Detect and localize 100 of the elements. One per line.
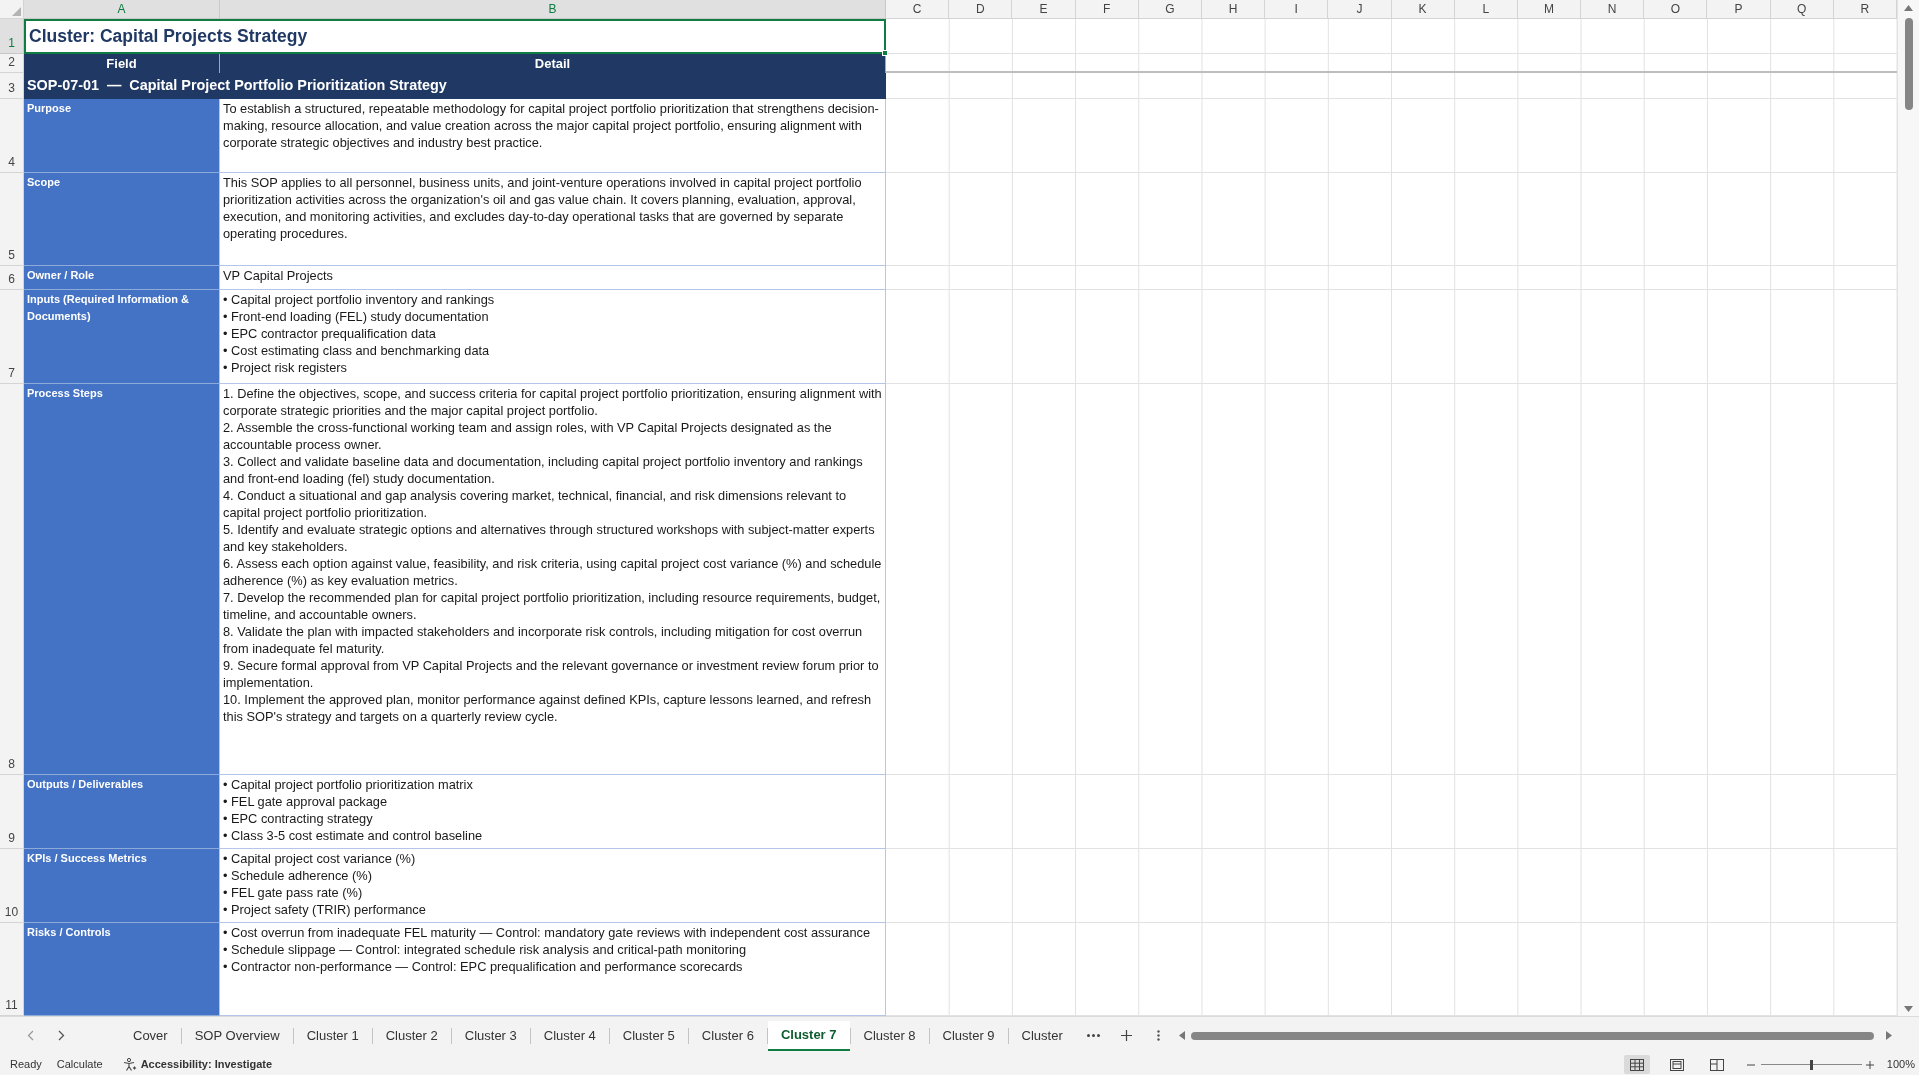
normal-view-button[interactable]	[1623, 1055, 1650, 1074]
sheet-tab[interactable]: Cluster 9	[929, 1020, 1008, 1051]
vertical-dots-icon[interactable]	[1156, 1030, 1160, 1041]
status-text: Ready	[10, 1057, 42, 1073]
column-header[interactable]: B	[220, 0, 886, 19]
field-cell: Outputs / Deliverables	[24, 775, 220, 849]
list-item: • FEL gate pass rate (%)	[223, 884, 364, 901]
column-header[interactable]: C	[886, 0, 950, 19]
sheet-tab[interactable]: Cluster 1	[293, 1020, 372, 1051]
column-header[interactable]: J	[1328, 0, 1392, 19]
detail-text: This SOP applies to all personnel, business units, and joint-venture operations involved in capital project portfolio prioritization activities across the organization's oil and gas value chain. It covers planning, evaluation, approval, execution, and monitoring activities, and excludes day-to-day operational tasks that are governed by separate operating procedures.	[223, 174, 863, 242]
row-header[interactable]: 3	[0, 73, 24, 99]
row-header[interactable]: 6	[0, 266, 24, 290]
list-item: • Front-end loading (FEL) study documentation	[223, 308, 490, 325]
list-item: • Capital project portfolio prioritization matrix	[223, 776, 474, 793]
sheet-tab[interactable]: Cover	[120, 1020, 181, 1051]
sheet-title: Cluster: Capital Projects Strategy	[24, 19, 886, 54]
grid-icon	[1629, 1058, 1644, 1071]
row-header[interactable]: 1	[0, 19, 24, 54]
column-header[interactable]: F	[1075, 0, 1139, 19]
row-header[interactable]: 8	[0, 384, 24, 775]
list-item: 5. Identify and evaluate strategic options and alternatives through structured workshops with subject-matter experts and key stakeholders.	[223, 521, 876, 555]
list-item: 2. Assemble the cross-functional working team and assign roles, with VP Capital Projects designated as the accountable process owner.	[223, 419, 833, 453]
column-header[interactable]: H	[1201, 0, 1266, 19]
field-cell: Scope	[24, 173, 220, 266]
column-header[interactable]: R	[1833, 0, 1897, 19]
column-header[interactable]: K	[1391, 0, 1455, 19]
column-header[interactable]: I	[1265, 0, 1329, 19]
list-item: • Capital project cost variance (%)	[223, 850, 417, 867]
list-item: • Schedule adherence (%)	[223, 867, 373, 884]
scroll-up-arrow-icon[interactable]	[1904, 5, 1913, 11]
list-item: • Cost overrun from inadequate FEL maturity — Control: mandatory gate reviews with independent cost assurance	[223, 924, 871, 941]
zoom-slider[interactable]	[1760, 1058, 1862, 1071]
field-cell: Risks / Controls	[24, 923, 220, 1016]
scroll-down-arrow-icon[interactable]	[1904, 1006, 1913, 1012]
list-item: 3. Collect and validate baseline data and documentation, including capital project portfolio inventory and rankings and front-end loading (fel) study documentation.	[223, 453, 864, 487]
field-cell: Purpose	[24, 99, 220, 173]
page-break-icon	[1709, 1058, 1724, 1071]
sheet-tab[interactable]: Cluster	[1008, 1020, 1076, 1051]
column-header[interactable]: L	[1454, 0, 1518, 19]
sheet-tab[interactable]: SOP Overview	[181, 1020, 293, 1051]
accessibility-icon	[122, 1058, 137, 1071]
row-header[interactable]: 5	[0, 173, 24, 266]
table-header: Field	[24, 54, 220, 73]
zoom-level[interactable]: 100%	[1886, 1056, 1915, 1073]
list-item: • Project risk registers	[223, 359, 348, 376]
column-header[interactable]: A	[24, 0, 220, 19]
scrollbar-thumb[interactable]	[1904, 18, 1913, 110]
column-header[interactable]: E	[1012, 0, 1076, 19]
field-cell: Owner / Role	[24, 266, 220, 290]
chevron-right-icon[interactable]	[58, 1030, 65, 1041]
row-header[interactable]: 11	[0, 923, 24, 1016]
list-item: 7. Develop the recommended plan for capital project portfolio prioritization, including resource requirements, budget, timeline, and accountable owners.	[223, 589, 882, 623]
sheet-tab[interactable]: Cluster 7	[767, 1020, 850, 1051]
list-item: 8. Validate the plan with impacted stakeholders and incorporate risk controls, including mitigation for cost overrun from inadequate fel maturity.	[223, 623, 864, 657]
field-cell: Process Steps	[24, 384, 220, 775]
sheet-tab[interactable]: Cluster 2	[372, 1020, 451, 1051]
accessibility-label: Accessibility: Investigate	[140, 1057, 273, 1073]
scroll-right-arrow-icon[interactable]	[1886, 1031, 1892, 1040]
column-header[interactable]: Q	[1770, 0, 1834, 19]
list-item: • FEL gate approval package	[223, 793, 389, 810]
sheet-tab[interactable]: Cluster 4	[530, 1020, 609, 1051]
list-item: 6. Assess each option against value, feasibility, and risk criteria, using capital project cost variance (%) and schedule adherence (%) as key evaluation metrics.	[223, 555, 882, 589]
list-item: 9. Secure formal approval from VP Capital Projects and the relevant governance or investment review forum prior to implementation.	[223, 657, 880, 691]
list-item: • EPC contractor prequalification data	[223, 325, 437, 342]
row-header[interactable]: 9	[0, 775, 24, 849]
list-item: • EPC contracting strategy	[223, 810, 374, 827]
row-header[interactable]: 4	[0, 99, 24, 173]
accessibility-button[interactable]: Accessibility: Investigate	[122, 1056, 273, 1073]
fill-handle[interactable]	[882, 50, 888, 56]
minus-icon	[1746, 1063, 1755, 1066]
column-header[interactable]: M	[1517, 0, 1582, 19]
vertical-scrollbar[interactable]	[1897, 0, 1919, 1016]
list-item: 4. Conduct a situational and gap analysis covering market, technical, financial, and risk dimensions relevant to capital project portfolio prioritization.	[223, 487, 848, 521]
scrollbar-thumb[interactable]	[1190, 1031, 1874, 1040]
sheet-tab[interactable]: Cluster 3	[451, 1020, 530, 1051]
list-item: 10. Implement the approved plan, monitor performance against defined KPIs, capture lessons learned, and refresh this SOP's strategy and targets on a quarterly review cycle.	[223, 691, 873, 725]
column-header[interactable]: N	[1581, 0, 1645, 19]
scroll-left-arrow-icon[interactable]	[1178, 1031, 1185, 1040]
column-header[interactable]: O	[1644, 0, 1708, 19]
column-header[interactable]: D	[949, 0, 1013, 19]
list-item: • Project safety (TRIR) performance	[223, 901, 427, 918]
list-item: • Contractor non-performance — Control: EPC prequalification and performance scorecards	[223, 958, 744, 975]
column-header[interactable]: P	[1707, 0, 1771, 19]
field-cell: Inputs (Required Information & Documents)	[24, 290, 220, 384]
plus-icon	[1865, 1060, 1874, 1069]
slider-thumb[interactable]	[1810, 1059, 1814, 1070]
sheet-tab[interactable]: Cluster 8	[850, 1020, 929, 1051]
chevron-left-icon[interactable]	[27, 1030, 34, 1041]
column-header[interactable]: G	[1138, 0, 1202, 19]
row-header[interactable]: 7	[0, 290, 24, 384]
sheet-tab[interactable]: Cluster 6	[688, 1020, 767, 1051]
table-header: Detail	[220, 54, 886, 73]
calculate-button[interactable]: Calculate	[56, 1056, 103, 1073]
row-header[interactable]: 2	[0, 54, 24, 73]
row-header[interactable]: 10	[0, 849, 24, 923]
list-item: • Class 3-5 cost estimate and control baseline	[223, 827, 484, 844]
plus-icon	[1120, 1030, 1132, 1041]
sheet-tab[interactable]: Cluster 5	[609, 1020, 688, 1051]
list-item: • Capital project portfolio inventory and rankings	[223, 291, 496, 308]
